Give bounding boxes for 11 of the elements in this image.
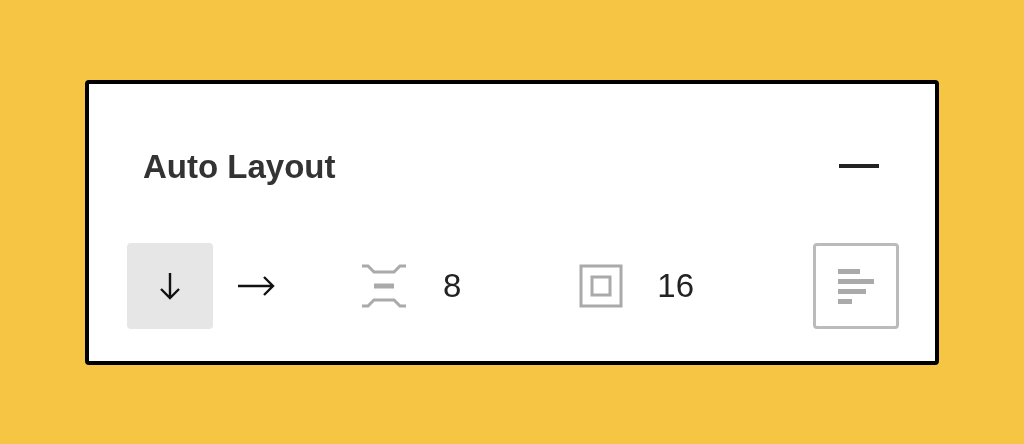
- padding-value[interactable]: 16: [657, 261, 695, 311]
- minus-icon[interactable]: [839, 164, 879, 169]
- direction-button[interactable]: [127, 243, 213, 329]
- arrow-right-icon: [237, 275, 275, 297]
- spacing-value[interactable]: 8: [443, 261, 462, 311]
- alignment-button[interactable]: [813, 243, 899, 329]
- align-left-icon: [836, 267, 876, 305]
- panel-title: Auto Layout: [143, 146, 336, 187]
- spacing-icon: [361, 263, 407, 309]
- padding-icon: [579, 264, 624, 308]
- arrow-down-icon: [159, 271, 181, 301]
